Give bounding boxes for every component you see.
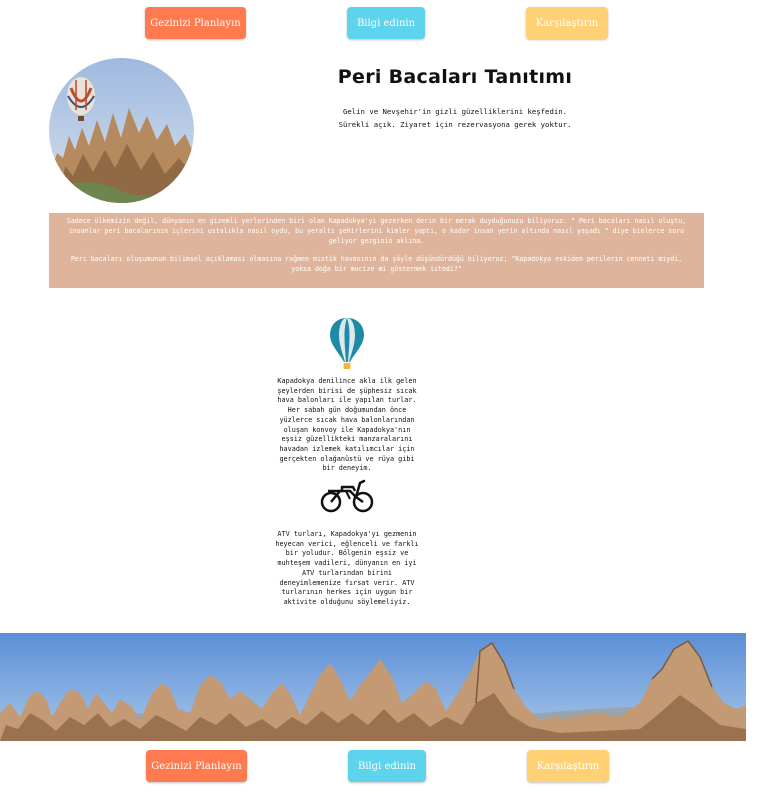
hero-image xyxy=(49,58,194,203)
plan-trip-button[interactable]: Gezinizi Planlayın xyxy=(145,7,246,39)
page-title: Peri Bacaları Tanıtımı xyxy=(337,66,573,88)
hot-air-balloon-icon xyxy=(329,316,365,376)
plan-trip-button-bottom[interactable]: Gezinizi Planlayın xyxy=(146,750,247,782)
story-paragraph: Peri bacaları oluşumunun bilimsel açıkla… xyxy=(70,255,683,274)
landscape-banner xyxy=(0,633,746,741)
atv-tour-text: ATV turları, Kapadokya'yı gezmenin heyec… xyxy=(275,530,419,606)
hero-intro: Gelin ve Nevşehir'in gizli güzelliklerin… xyxy=(300,106,610,131)
story-panel: Sadece ülkemizin değil, dünyanın en gize… xyxy=(49,213,704,288)
intro-line: Sürekli açık. Ziyaret için rezervasyona … xyxy=(338,119,572,129)
get-info-button[interactable]: Bilgi edinin xyxy=(347,7,425,39)
compare-button-bottom[interactable]: Karşılaştırın xyxy=(527,750,609,782)
balloon-tour-text: Kapadokya denilince akla ilk gelen şeyle… xyxy=(277,377,417,473)
intro-line: Gelin ve Nevşehir'in gizli güzelliklerin… xyxy=(342,107,568,116)
story-paragraph: Sadece ülkemizin değil, dünyanın en gize… xyxy=(66,217,687,245)
compare-button[interactable]: Karşılaştırın xyxy=(526,7,608,39)
motorcycle-icon xyxy=(320,479,374,517)
get-info-button-bottom[interactable]: Bilgi edinin xyxy=(348,750,426,782)
